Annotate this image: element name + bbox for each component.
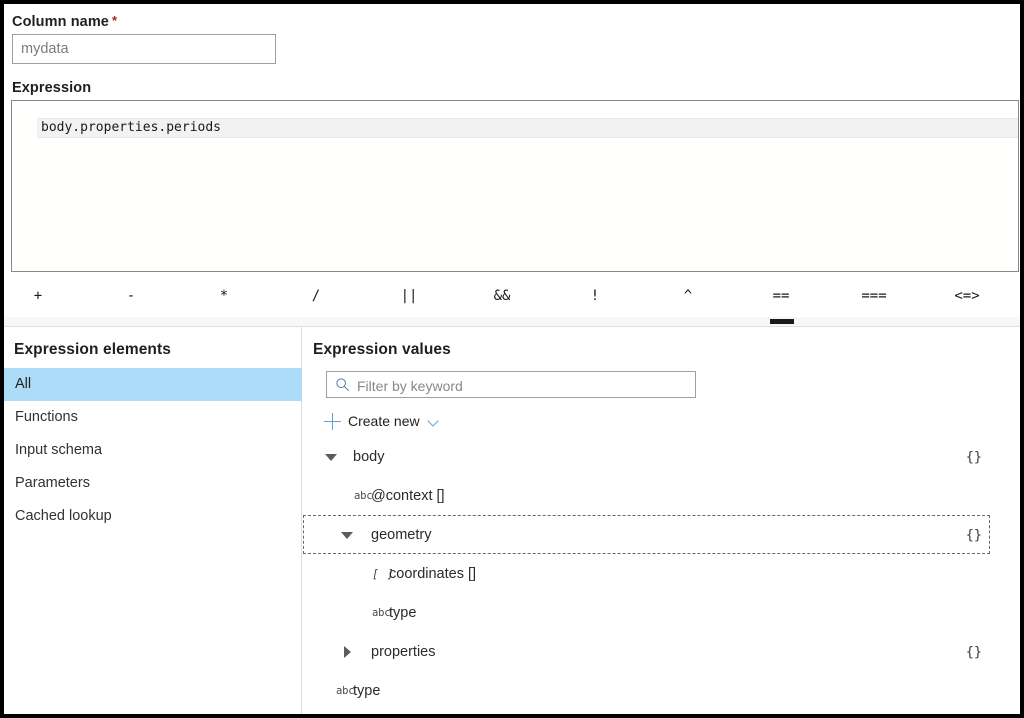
filter-input[interactable]: [355, 372, 695, 399]
expression-values-title: Expression values: [313, 341, 451, 359]
create-new-button[interactable]: Create new: [324, 410, 439, 432]
chevron-expanded-icon[interactable]: [325, 451, 337, 463]
tree-node-label: @context []: [371, 488, 445, 504]
operator-equals-button[interactable]: ==: [735, 273, 827, 319]
tree-node-label: type: [389, 605, 416, 621]
operator-not-button[interactable]: !: [549, 273, 641, 319]
window-frame: Column name* Expression body.properties.…: [0, 0, 1024, 718]
chevron-expanded-icon[interactable]: [341, 529, 353, 541]
tree-row[interactable]: abc@context []: [303, 476, 1020, 515]
operator-toolbar-scrollbar-track[interactable]: [4, 317, 1020, 326]
operator-toolbar: +-*/||&&!^=====<=>: [4, 273, 1020, 319]
column-name-input[interactable]: [12, 34, 276, 64]
tree-row[interactable]: geometry {}: [303, 515, 990, 554]
operator-multiply-button[interactable]: *: [178, 273, 270, 319]
operator-strict-equals-button[interactable]: ===: [828, 273, 920, 319]
expression-elements-title: Expression elements: [14, 341, 171, 359]
string-type-icon: abc: [354, 490, 372, 502]
tree-row[interactable]: abctype: [303, 671, 1020, 710]
expression-element-all[interactable]: All: [4, 368, 302, 401]
expression-element-parameters[interactable]: Parameters: [4, 467, 302, 500]
tree-row[interactable]: body {}: [303, 437, 1020, 476]
chevron-collapsed-icon[interactable]: [341, 646, 353, 658]
operator-logical-and-button[interactable]: &&: [456, 273, 548, 319]
filter-field[interactable]: [326, 371, 696, 398]
operator-caret-button[interactable]: ^: [642, 273, 734, 319]
create-new-label: Create new: [348, 413, 420, 429]
object-type-badge: {}: [966, 527, 982, 543]
search-icon: [335, 377, 350, 392]
expression-element-input-schema[interactable]: Input schema: [4, 434, 302, 467]
column-name-label-text: Column name: [12, 14, 109, 30]
editor-gutter: [12, 101, 37, 271]
operator-logical-or-button[interactable]: ||: [363, 273, 455, 319]
object-type-badge: {}: [966, 644, 982, 660]
tree-node-label: body: [353, 449, 384, 465]
tree-row[interactable]: abctype: [303, 593, 1020, 632]
expression-element-functions[interactable]: Functions: [4, 401, 302, 434]
expression-builder-panel: Column name* Expression body.properties.…: [4, 4, 1020, 714]
operator-plus-button[interactable]: +: [4, 273, 84, 319]
object-type-badge: {}: [966, 449, 982, 465]
plus-icon: [324, 413, 341, 430]
expression-values-panel: Expression values Create new body{}abc@c…: [303, 327, 1020, 714]
expression-label: Expression: [12, 80, 91, 96]
tree-row[interactable]: properties {}: [303, 632, 1020, 671]
expression-elements-panel: Expression elements AllFunctionsInput sc…: [4, 327, 302, 714]
expression-element-cached-lookup[interactable]: Cached lookup: [4, 500, 302, 533]
operator-divide-button[interactable]: /: [270, 273, 362, 319]
tree-node-label: coordinates []: [389, 566, 476, 582]
expression-editor[interactable]: body.properties.periods: [11, 100, 1019, 272]
operator-toolbar-scrollbar-thumb[interactable]: [770, 319, 794, 324]
required-asterisk: *: [112, 13, 117, 28]
expression-elements-list: AllFunctionsInput schemaParametersCached…: [4, 368, 302, 533]
operator-null-safe-equals-button[interactable]: <=>: [921, 273, 1013, 319]
expression-values-tree: body{}abc@context []geometry{}[ ]coordin…: [303, 437, 1020, 710]
tree-node-label: geometry: [371, 527, 431, 543]
string-type-icon: abc: [372, 607, 390, 619]
string-type-icon: abc: [336, 685, 354, 697]
column-name-label: Column name*: [12, 14, 117, 30]
tree-node-label: properties: [371, 644, 435, 660]
chevron-down-icon[interactable]: [428, 416, 439, 427]
expression-code-text[interactable]: body.properties.periods: [41, 120, 221, 136]
operator-minus-button[interactable]: -: [85, 273, 177, 319]
tree-row[interactable]: [ ]coordinates []: [303, 554, 1020, 593]
tree-node-label: type: [353, 683, 380, 699]
